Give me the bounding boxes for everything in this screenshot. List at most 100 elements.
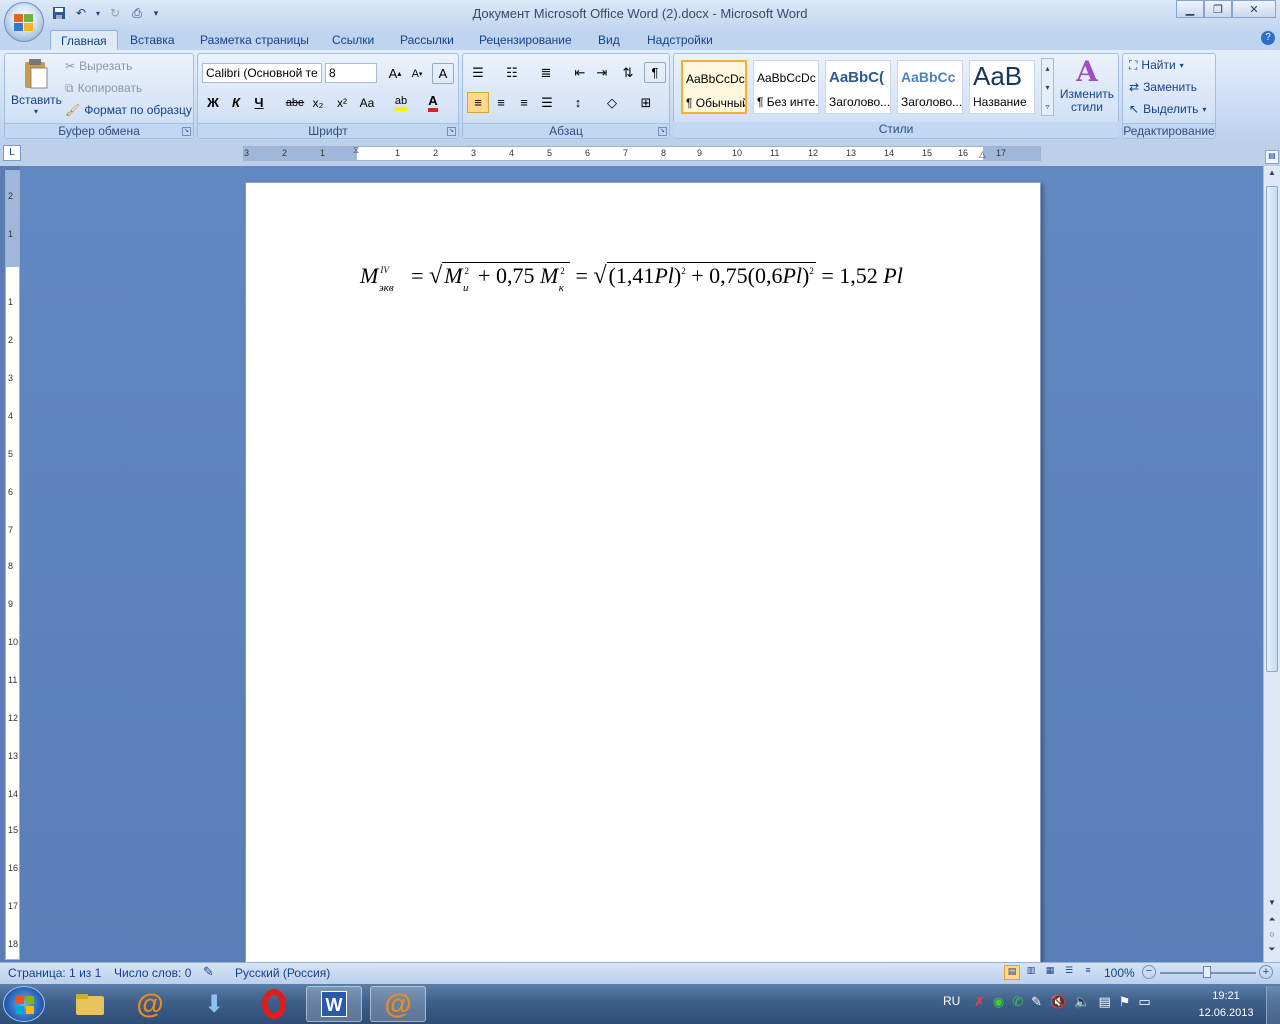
font-launcher-icon[interactable]: ↘ (447, 127, 456, 136)
horizontal-ruler[interactable]: 3 2 1 1 2 3 4 5 6 7 8 9 10 11 12 13 14 1… (243, 145, 1041, 161)
bullets-icon[interactable]: ☰ (467, 62, 489, 83)
outline-icon[interactable]: ☰ (1061, 965, 1077, 980)
font-size-combo[interactable]: 8 (325, 63, 377, 83)
action-center-icon[interactable]: ⚑ (1119, 994, 1131, 1010)
word-count[interactable]: Число слов: 0 (114, 966, 191, 980)
style-no-spacing[interactable]: AaBbCcDc ¶ Без инте... (753, 60, 819, 114)
explorer-taskbar-button[interactable] (62, 986, 118, 1022)
close-button[interactable]: ✕ (1232, 0, 1276, 18)
cut-button[interactable]: ✂ Вырезать (65, 56, 132, 76)
replace-button[interactable]: ⇄ Заменить (1129, 77, 1197, 97)
print-layout-icon[interactable]: ▤ (1004, 965, 1020, 980)
copy-button[interactable]: ⧉ Копировать (65, 78, 142, 98)
vertical-ruler[interactable]: 2 1 1 2 3 4 5 6 7 8 9 10 11 12 13 14 15 … (5, 170, 20, 960)
strikethrough-button[interactable]: abe (284, 92, 306, 113)
numbering-icon[interactable]: ☷ (501, 62, 523, 83)
underline-button[interactable]: Ч (248, 92, 270, 113)
tab-selector-icon[interactable]: L (3, 145, 21, 161)
subscript-button[interactable]: x₂ (307, 92, 329, 113)
proofing-icon[interactable]: ✎ (203, 964, 214, 980)
align-center-icon[interactable]: ≡ (490, 92, 512, 113)
style-heading-1[interactable]: AaBbC(Заголово... (825, 60, 891, 114)
volume-icon[interactable]: 🔈 (1074, 994, 1090, 1010)
decrease-indent-icon[interactable]: ⇤ (569, 62, 591, 83)
shading-icon[interactable]: ◇ (601, 92, 623, 113)
scroll-down-icon[interactable]: ▼ (1266, 898, 1278, 912)
paragraph-launcher-icon[interactable]: ↘ (658, 127, 667, 136)
flag-ru-icon[interactable]: ▤ (1098, 994, 1110, 1010)
borders-icon[interactable]: ⊞ (635, 92, 657, 113)
zoom-out-icon[interactable]: − (1142, 965, 1156, 979)
redo-icon[interactable]: ↻ (106, 4, 124, 22)
clock-date[interactable]: 12.06.2013 (1196, 1007, 1256, 1019)
save-icon[interactable] (50, 4, 68, 22)
increase-indent-icon[interactable]: ⇥ (591, 62, 613, 83)
find-button[interactable]: ⛶ Найти ▾ (1129, 55, 1184, 75)
start-button[interactable] (3, 986, 45, 1022)
tab-home[interactable]: Главная (50, 30, 118, 50)
undo-dropdown-icon[interactable]: ▾ (94, 4, 102, 22)
clock-time[interactable]: 19:21 (1206, 990, 1246, 1002)
justify-icon[interactable]: ☰ (536, 92, 558, 113)
first-line-indent-icon[interactable]: ⧖ (353, 145, 359, 156)
style-normal[interactable]: AaBbCcDc ¶ Обычный (681, 60, 747, 114)
italic-button[interactable]: К (225, 92, 247, 113)
align-left-icon[interactable]: ≡ (467, 92, 489, 113)
web-layout-icon[interactable]: ▦ (1042, 965, 1058, 980)
office-button[interactable] (4, 2, 44, 42)
tab-page-layout[interactable]: Разметка страницы (190, 30, 319, 50)
select-button[interactable]: ↖ Выделить ▾ (1129, 99, 1206, 119)
mail-agent-taskbar-button[interactable]: @ (122, 986, 178, 1022)
tab-mailings[interactable]: Рассылки (390, 30, 464, 50)
equation[interactable]: M IVэкв = √M 2и + 0,75 M 2к = √(1,41Pl)2 + … (360, 262, 903, 294)
no-network-icon[interactable]: ✗ (974, 994, 985, 1010)
previous-page-icon[interactable]: ⏶ (1266, 914, 1278, 928)
draft-icon[interactable]: ≡ (1080, 965, 1096, 980)
page-count[interactable]: Страница: 1 из 1 (8, 966, 101, 980)
superscript-button[interactable]: x² (331, 92, 353, 113)
scroll-up-icon[interactable]: ▲ (1266, 168, 1278, 182)
whatsapp-icon[interactable]: ✆ (1012, 994, 1023, 1010)
tool-icon[interactable]: ✎ (1031, 994, 1042, 1010)
print-icon[interactable]: ⎙ (128, 4, 146, 22)
display-icon[interactable]: ▭ (1138, 994, 1150, 1010)
grow-font-icon[interactable]: A ▴ (384, 63, 406, 84)
tab-addins[interactable]: Надстройки (637, 30, 723, 50)
zoom-in-icon[interactable]: + (1259, 965, 1273, 979)
language-status[interactable]: Русский (Россия) (235, 966, 330, 980)
highlight-icon[interactable]: ab (390, 92, 412, 113)
customize-toolbar-icon[interactable]: ▾ (150, 4, 162, 22)
change-styles-button[interactable]: A Изменить стили (1058, 56, 1116, 118)
paste-button[interactable]: Вставить ▾ (11, 58, 62, 120)
font-name-combo[interactable]: Calibri (Основной те (202, 63, 322, 83)
format-painter-button[interactable]: 🖌 Формат по образцу (65, 100, 192, 120)
clipboard-launcher-icon[interactable]: ↘ (182, 127, 191, 136)
undo-icon[interactable]: ↶ (72, 4, 90, 22)
minimize-button[interactable]: ▁ (1176, 0, 1204, 18)
line-spacing-icon[interactable]: ↕ (567, 92, 589, 113)
maximize-button[interactable]: ❐ (1204, 0, 1232, 18)
tab-insert[interactable]: Вставка (120, 30, 185, 50)
zoom-thumb[interactable] (1203, 966, 1211, 978)
opera-taskbar-button[interactable] (246, 986, 302, 1022)
right-indent-icon[interactable]: △ (979, 149, 986, 160)
bold-button[interactable]: Ж (202, 92, 224, 113)
tab-review[interactable]: Рецензирование (469, 30, 582, 50)
font-color-icon[interactable]: A (422, 92, 444, 113)
tab-view[interactable]: Вид (588, 30, 630, 50)
help-icon[interactable]: ? (1261, 31, 1275, 45)
shrink-font-icon[interactable]: A ▾ (406, 63, 428, 84)
speaker-muted-icon[interactable]: 🔇 (1050, 994, 1066, 1010)
next-page-icon[interactable]: ⏷ (1266, 944, 1278, 958)
tab-references[interactable]: Ссылки (322, 30, 384, 50)
clear-format-icon[interactable]: A (432, 63, 454, 84)
multilevel-list-icon[interactable]: ≣ (535, 62, 557, 83)
align-right-icon[interactable]: ≡ (513, 92, 535, 113)
green-app-icon[interactable]: ◉ (993, 994, 1004, 1010)
ruler-toggle-icon[interactable]: ▤ (1265, 150, 1279, 164)
document-page[interactable] (245, 182, 1041, 972)
sort-icon[interactable]: ⇅ (617, 62, 639, 83)
styles-scroll[interactable]: ▴ ▾ ▿ (1041, 58, 1054, 116)
browse-object-icon[interactable]: ○ (1266, 929, 1278, 943)
change-case-button[interactable]: Aa (356, 92, 378, 113)
